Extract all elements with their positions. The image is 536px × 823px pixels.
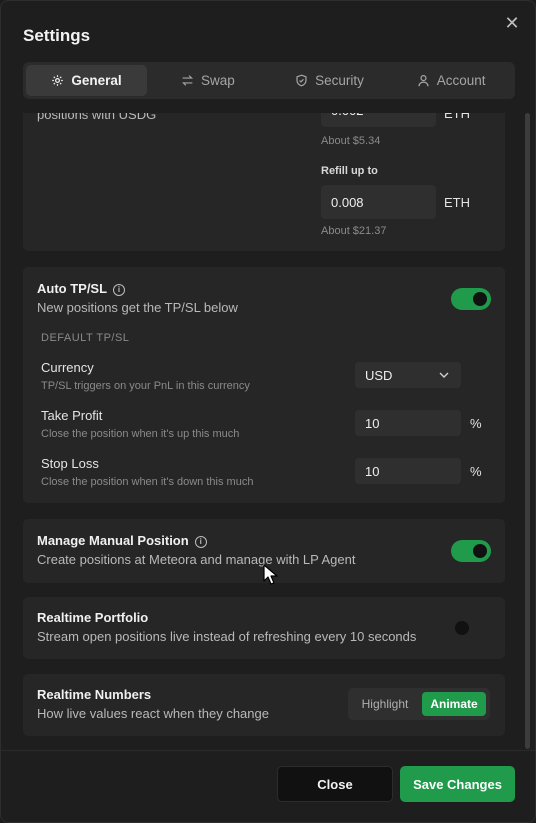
shield-icon [296,74,307,87]
tab-security-label: Security [315,73,364,88]
take-profit-description: Close the position when it's up this muc… [41,428,240,440]
swap-arrows-icon [181,75,193,86]
settings-dialog: Settings ✕ General Swap Security Account… [0,0,536,823]
realtime-numbers-title: Realtime Numbers [37,687,152,702]
scrollbar[interactable] [525,113,530,749]
gas-refill-card: positions with USDG 0.002 ETH About $5.3… [23,113,505,251]
take-profit-label: Take Profit [41,408,103,423]
close-icon[interactable]: ✕ [503,14,521,32]
segment-highlight[interactable]: Highlight [352,692,418,716]
refill-input[interactable]: 0.008 [321,185,436,219]
auto-tpsl-card: Auto TP/SL i New positions get the TP/SL … [23,267,505,503]
user-icon [418,75,429,87]
manual-position-title: Manage Manual Position i [37,533,207,548]
tab-general[interactable]: General [26,65,147,96]
stop-loss-label: Stop Loss [41,456,99,471]
save-changes-button[interactable]: Save Changes [400,766,515,802]
info-icon[interactable]: i [194,535,207,548]
realtime-portfolio-toggle[interactable] [451,617,491,639]
stop-loss-percent: % [470,464,482,479]
realtime-portfolio-description: Stream open positions live instead of re… [37,629,417,644]
refill-unit: ETH [444,195,470,210]
min-balance-input[interactable]: 0.002 [321,113,436,127]
gear-icon [52,75,64,86]
segment-animate[interactable]: Animate [422,692,486,716]
currency-label: Currency [41,360,94,375]
chevron-down-icon [439,372,449,378]
toggle-knob [473,292,487,306]
tab-security[interactable]: Security [269,65,391,96]
currency-select[interactable]: USD [355,362,461,388]
manual-position-toggle[interactable] [451,540,491,562]
realtime-portfolio-card: Realtime Portfolio Stream open positions… [23,597,505,659]
gas-refill-description: positions with USDG [37,113,157,122]
stop-loss-input[interactable]: 10 [355,458,461,484]
toggle-knob [473,544,487,558]
refill-about: About $21.37 [321,225,387,237]
realtime-numbers-card: Realtime Numbers How live values react w… [23,674,505,736]
stop-loss-description: Close the position when it's down this m… [41,476,254,488]
tab-account[interactable]: Account [390,65,512,96]
manual-position-title-text: Manage Manual Position [37,533,189,548]
dialog-title: Settings [23,26,91,45]
take-profit-percent: % [470,416,482,431]
tab-swap-label: Swap [200,73,235,88]
auto-tpsl-title: Auto TP/SL i [37,281,126,296]
realtime-numbers-description: How live values react when they change [37,706,269,721]
auto-tpsl-toggle[interactable] [451,288,491,310]
toggle-knob [455,621,469,635]
mouse-cursor-icon [263,564,278,585]
tab-bar: General Swap Security Account [23,62,515,99]
tab-swap[interactable]: Swap [147,65,269,96]
footer-divider [1,750,535,751]
settings-scroll-area[interactable]: positions with USDG 0.002 ETH About $5.3… [1,113,535,750]
min-balance-unit: ETH [444,113,470,121]
manual-position-description: Create positions at Meteora and manage w… [37,552,356,567]
info-icon[interactable]: i [113,283,126,296]
currency-description: TP/SL triggers on your PnL in this curre… [41,380,250,392]
realtime-numbers-segmented-control: Highlight Animate [348,688,490,720]
realtime-portfolio-title: Realtime Portfolio [37,610,149,625]
tab-general-label: General [71,73,122,88]
min-balance-about: About $5.34 [321,135,381,147]
auto-tpsl-title-text: Auto TP/SL [37,281,108,296]
refill-label: Refill up to [321,165,378,177]
close-button[interactable]: Close [277,766,393,802]
auto-tpsl-description: New positions get the TP/SL below [37,300,238,315]
default-tpsl-section-label: DEFAULT TP/SL [41,332,130,344]
currency-select-value: USD [365,367,393,383]
tab-account-label: Account [436,73,486,88]
take-profit-input[interactable]: 10 [355,410,461,436]
